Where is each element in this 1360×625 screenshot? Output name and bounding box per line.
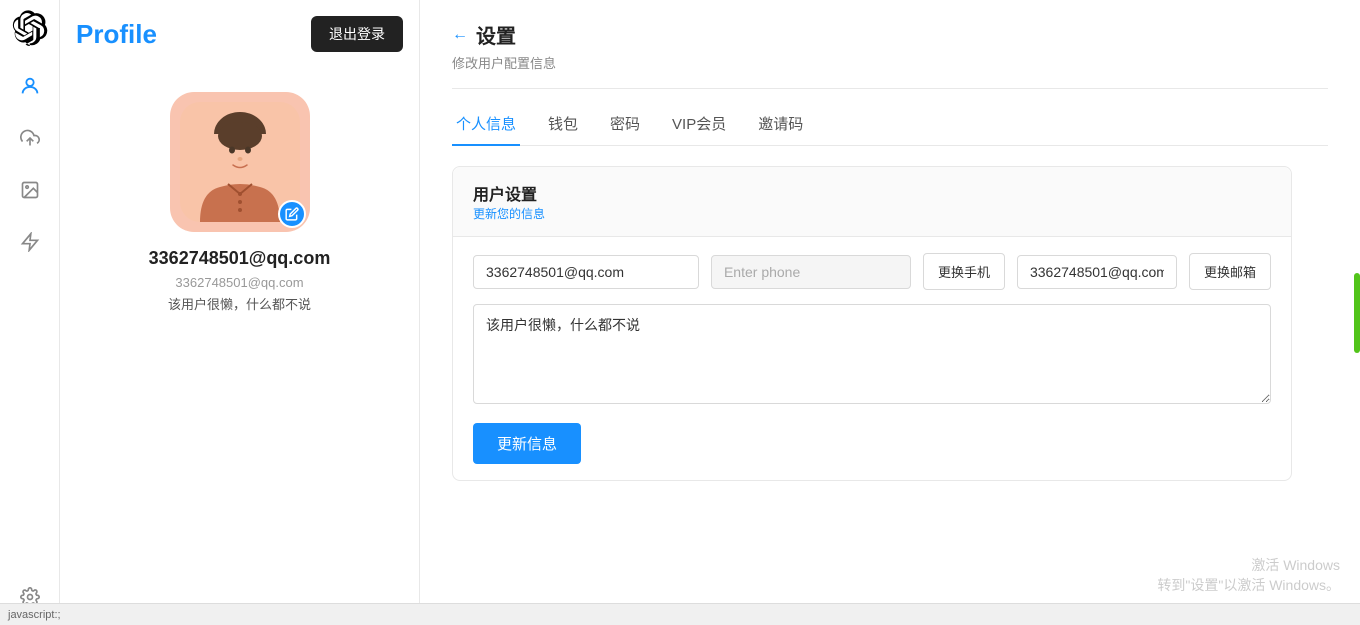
tab-wallet[interactable]: 钱包 (544, 105, 582, 146)
profile-title: Profile (76, 19, 157, 50)
logout-button[interactable]: 退出登录 (311, 16, 403, 52)
tabs: 个人信息 钱包 密码 VIP会员 邀请码 (452, 105, 1328, 146)
status-bar: javascript:; (0, 603, 1360, 625)
sidebar (0, 0, 60, 625)
sidebar-item-profile[interactable] (12, 68, 48, 104)
profile-email-sub: 3362748501@qq.com (175, 275, 303, 290)
sidebar-item-gallery[interactable] (12, 172, 48, 208)
phone-input[interactable] (711, 255, 911, 289)
profile-header: Profile 退出登录 (76, 16, 403, 52)
page-title: 设置 (476, 20, 516, 49)
sidebar-item-lightning[interactable] (12, 224, 48, 260)
main-content: ← 设置 修改用户配置信息 个人信息 钱包 密码 VIP会员 邀请码 用户设置 … (420, 0, 1360, 625)
tab-invite[interactable]: 邀请码 (754, 105, 807, 146)
sidebar-item-upload[interactable] (12, 120, 48, 156)
settings-card-header: 用户设置 更新您的信息 (453, 167, 1291, 237)
page-subtitle: 修改用户配置信息 (452, 53, 1328, 72)
logo-icon[interactable] (12, 10, 48, 46)
page-nav: ← 设置 (452, 20, 1328, 49)
change-phone-button[interactable]: 更换手机 (923, 253, 1005, 290)
settings-card-title: 用户设置 (473, 181, 1271, 205)
avatar-edit-badge[interactable] (278, 200, 306, 228)
email-input[interactable] (473, 255, 699, 289)
settings-card: 用户设置 更新您的信息 更换手机 更换邮箱 该用户很懒，什么都不说 更新信息 (452, 166, 1292, 481)
header-divider (452, 88, 1328, 89)
tab-password[interactable]: 密码 (606, 105, 644, 146)
profile-bio: 该用户很懒，什么都不说 (168, 294, 311, 313)
tab-vip[interactable]: VIP会员 (668, 105, 730, 146)
settings-card-body: 更换手机 更换邮箱 该用户很懒，什么都不说 更新信息 (453, 237, 1291, 480)
avatar-container (170, 92, 310, 232)
tab-personal-info[interactable]: 个人信息 (452, 105, 520, 146)
scrollbar-indicator[interactable] (1354, 273, 1360, 353)
change-email-button[interactable]: 更换邮箱 (1189, 253, 1271, 290)
back-arrow[interactable]: ← (452, 26, 468, 44)
profile-panel: Profile 退出登录 (60, 0, 420, 625)
status-text: javascript:; (8, 609, 61, 621)
email-change-input[interactable] (1017, 255, 1177, 289)
update-info-button[interactable]: 更新信息 (473, 423, 581, 464)
form-row-credentials: 更换手机 更换邮箱 (473, 253, 1271, 290)
profile-email-main: 3362748501@qq.com (149, 248, 331, 269)
bio-textarea[interactable]: 该用户很懒，什么都不说 (473, 304, 1271, 404)
settings-card-subtitle: 更新您的信息 (473, 205, 1271, 222)
